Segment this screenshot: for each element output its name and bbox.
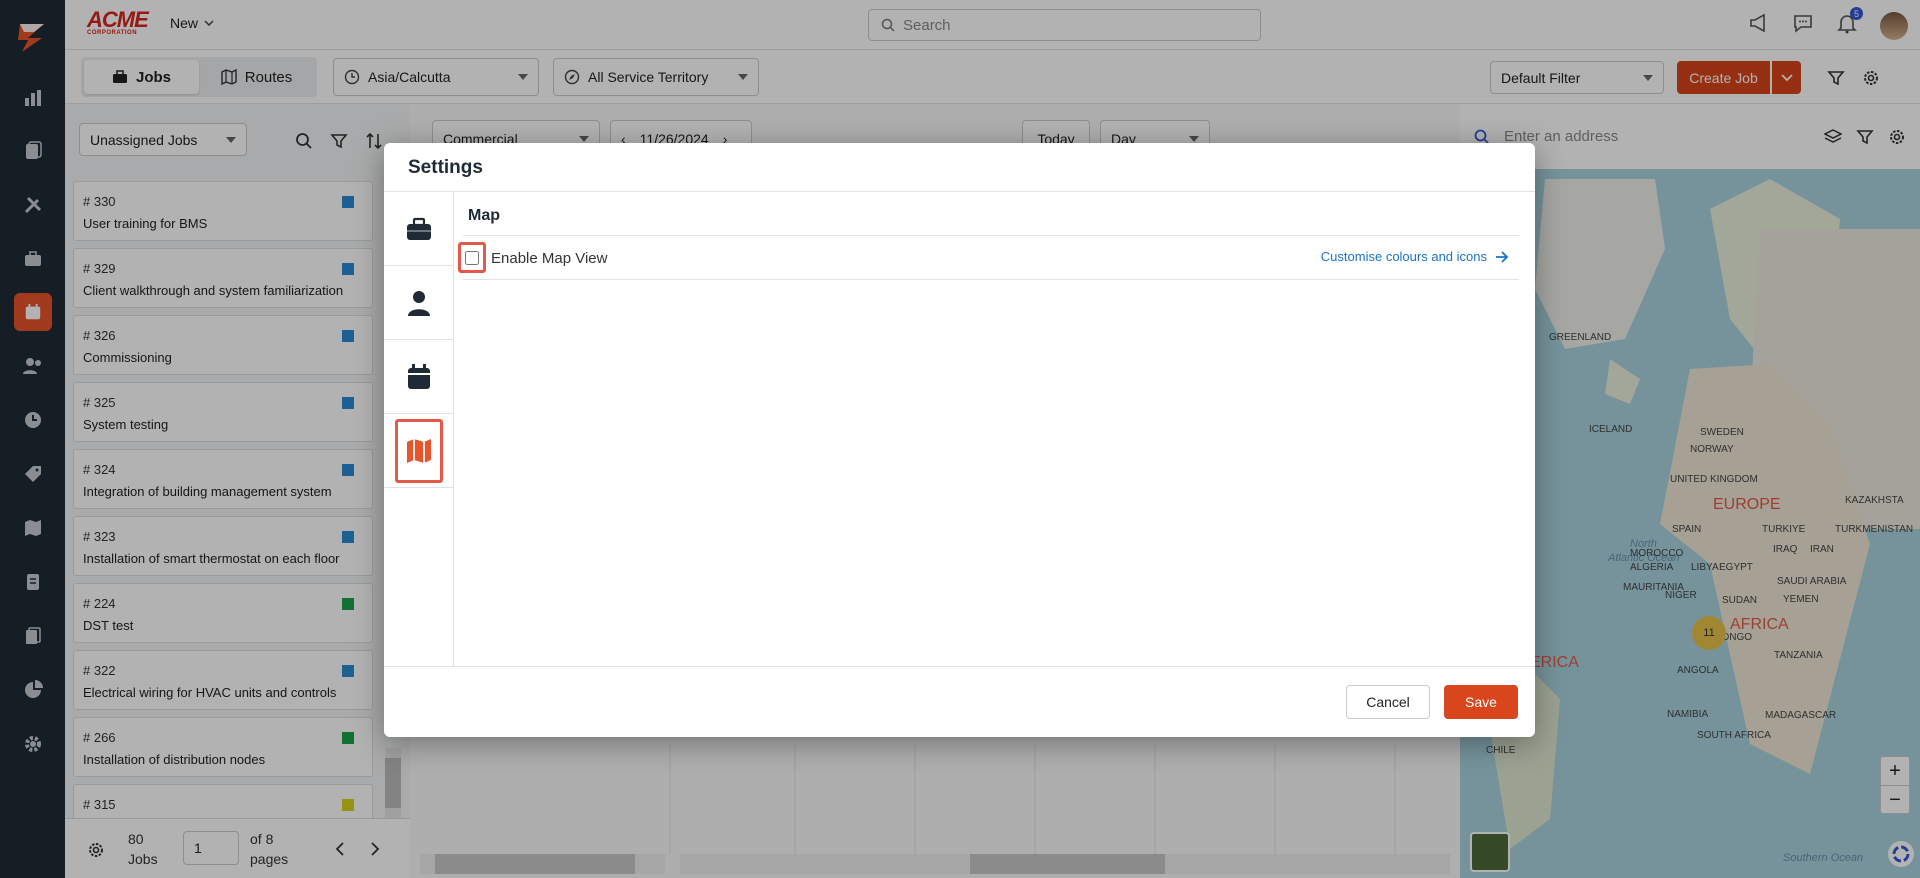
briefcase-icon (406, 217, 432, 241)
active-tab-highlight (395, 418, 443, 483)
customise-colours-label: Customise colours and icons (1320, 249, 1487, 264)
modal-title: Settings (408, 157, 483, 178)
map-icon (406, 438, 432, 464)
divider (384, 191, 1535, 192)
settings-tab-schedule[interactable] (384, 340, 454, 414)
save-label: Save (1465, 694, 1497, 710)
user-icon (408, 290, 430, 316)
settings-tabs (384, 192, 454, 667)
save-button[interactable]: Save (1444, 685, 1518, 719)
cancel-button[interactable]: Cancel (1346, 685, 1430, 719)
enable-map-view-label[interactable]: Enable Map View (491, 250, 607, 267)
settings-tab-users[interactable] (384, 266, 454, 340)
arrow-right-icon (1495, 250, 1509, 263)
settings-tab-jobs[interactable] (384, 192, 454, 266)
settings-modal: Settings Map Enable Map View Customise c… (384, 143, 1535, 737)
checkbox-highlight (458, 242, 486, 273)
enable-map-row: Enable Map View Customise colours and ic… (458, 235, 1519, 280)
settings-tab-map[interactable] (384, 414, 454, 488)
calendar-icon (407, 363, 431, 390)
cancel-label: Cancel (1366, 694, 1410, 710)
divider (384, 666, 1535, 667)
customise-colours-link[interactable]: Customise colours and icons (1321, 249, 1509, 264)
section-title: Map (468, 207, 500, 224)
enable-map-view-checkbox[interactable] (465, 250, 479, 265)
